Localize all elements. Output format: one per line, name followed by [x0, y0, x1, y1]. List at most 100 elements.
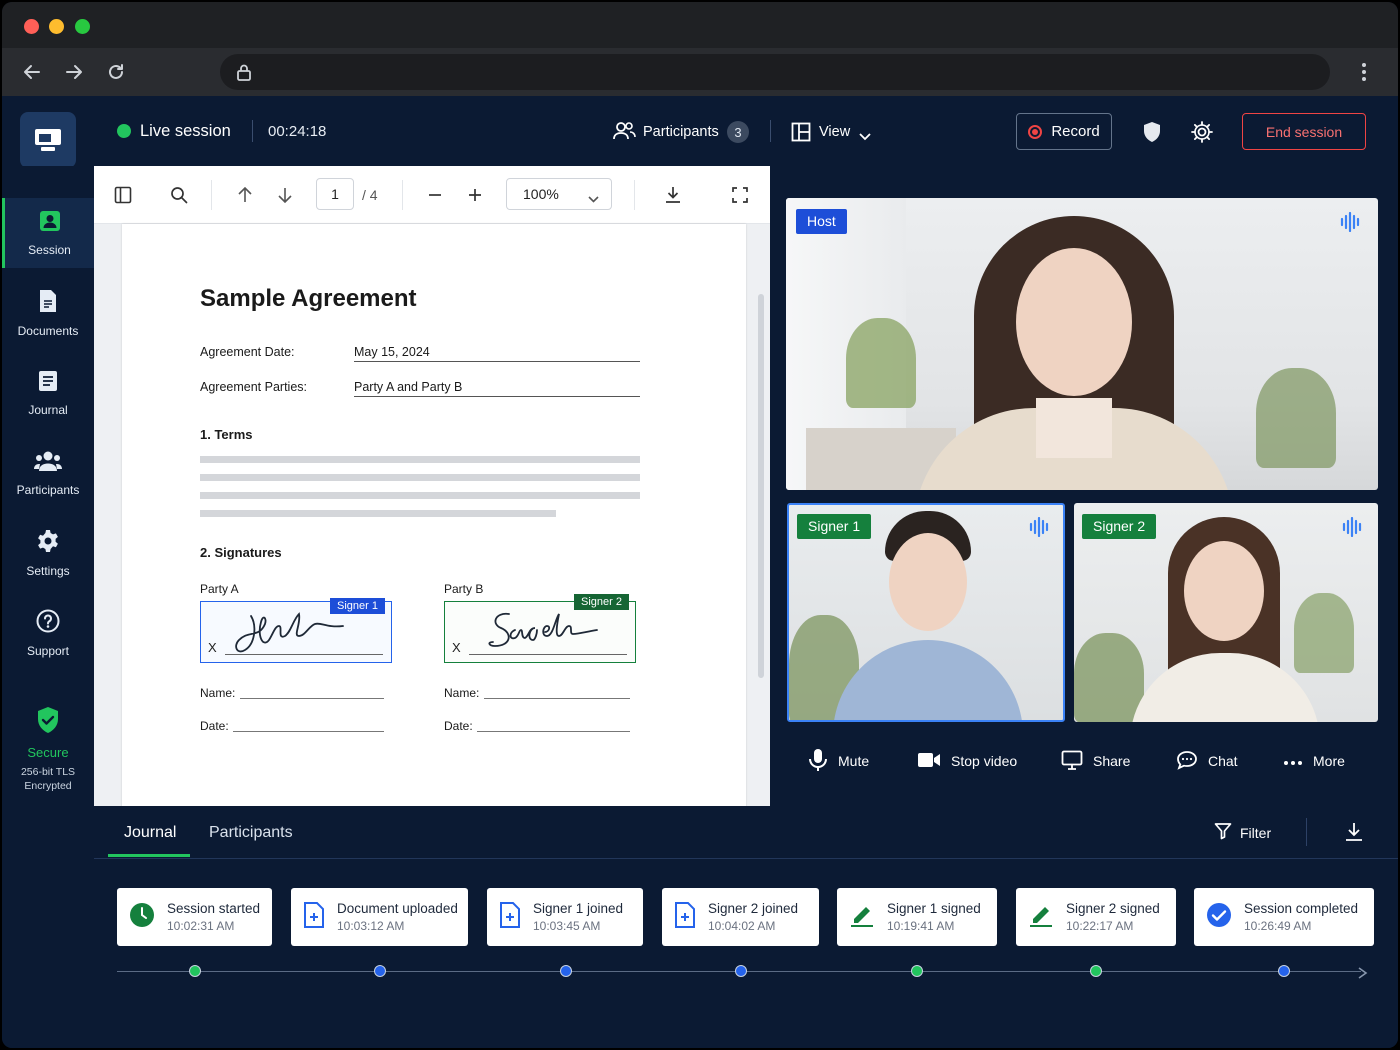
share-button[interactable]: Share	[1061, 746, 1130, 776]
timeline-event[interactable]: Document uploaded 10:03:12 AM	[291, 888, 468, 946]
video-tile-host[interactable]: Host	[786, 198, 1378, 490]
download-icon[interactable]	[660, 182, 686, 208]
header-divider	[1306, 818, 1307, 846]
event-title: Signer 2 signed	[1066, 901, 1160, 916]
minimize-window-icon[interactable]	[49, 19, 64, 34]
more-label: More	[1313, 753, 1345, 769]
back-arrow-icon[interactable]	[18, 58, 46, 86]
participants-icon[interactable]	[612, 120, 636, 147]
next-page-icon[interactable]	[272, 182, 298, 208]
document-title: Sample Agreement	[200, 285, 417, 312]
end-session-button[interactable]: End session	[1242, 113, 1366, 150]
sidebar-item-journal[interactable]: Journal	[2, 358, 94, 428]
more-button[interactable]: More	[1283, 746, 1345, 776]
app-header: Live session 00:24:18 Participants 3 Vie…	[2, 96, 1398, 168]
screen-share-icon	[1061, 750, 1083, 773]
zoom-in-icon[interactable]	[462, 182, 488, 208]
layout-view-icon[interactable]	[791, 122, 811, 147]
name-line-a[interactable]	[240, 698, 384, 699]
signature-2-image	[488, 612, 598, 647]
timeline-marker	[189, 965, 201, 977]
check-circle-icon	[1206, 902, 1232, 933]
browser-titlebar	[2, 2, 1398, 48]
document-scrollbar[interactable]	[758, 294, 764, 678]
session-icon	[39, 210, 61, 235]
close-window-icon[interactable]	[24, 19, 39, 34]
timeline-event[interactable]: Signer 1 signed 10:19:41 AM	[837, 888, 997, 946]
timeline-event[interactable]: Session started 10:02:31 AM	[117, 888, 272, 946]
document-page: Sample Agreement Agreement Date: May 15,…	[122, 224, 746, 806]
app-window: Live session 00:24:18 Participants 3 Vie…	[2, 2, 1398, 1048]
event-time: 10:03:45 AM	[533, 919, 601, 933]
record-button[interactable]: Record	[1016, 113, 1112, 150]
browser-menu-icon[interactable]	[1350, 58, 1378, 86]
sidebar-item-support[interactable]: Support	[2, 598, 94, 668]
audio-level-icon	[1029, 516, 1051, 542]
signer-2-face	[1184, 541, 1264, 641]
zoom-select[interactable]: 100%	[506, 178, 612, 210]
view-dropdown[interactable]: View	[819, 124, 850, 140]
sidebar-toggle-icon[interactable]	[110, 182, 136, 208]
maximize-window-icon[interactable]	[75, 19, 90, 34]
timeline-event[interactable]: Signer 1 joined 10:03:45 AM	[487, 888, 643, 946]
download-icon[interactable]	[1344, 822, 1364, 847]
tab-journal[interactable]: Journal	[124, 824, 176, 842]
placeholder-text-line	[200, 510, 556, 517]
event-time: 10:03:12 AM	[337, 919, 405, 933]
sidebar-item-settings[interactable]: Settings	[2, 518, 94, 588]
date-line-a[interactable]	[233, 731, 384, 732]
more-dots-icon	[1283, 753, 1303, 769]
app-logo[interactable]	[20, 112, 76, 168]
document-add-icon	[499, 901, 521, 933]
person-shirt	[833, 640, 1023, 720]
shield-icon[interactable]	[1142, 121, 1162, 148]
toolbar-divider	[402, 180, 403, 210]
document-add-icon	[303, 901, 325, 933]
previous-page-icon[interactable]	[232, 182, 258, 208]
sidebar-item-session[interactable]: Session	[2, 198, 94, 268]
mute-button[interactable]: Mute	[808, 746, 869, 776]
plant-image	[1074, 633, 1144, 722]
signature-field-party-b[interactable]: Signer 2 X	[444, 594, 636, 663]
sidebar-item-participants[interactable]: Participants	[2, 438, 94, 508]
search-icon[interactable]	[166, 182, 192, 208]
timeline-event[interactable]: Signer 2 signed 10:22:17 AM	[1016, 888, 1176, 946]
chat-button[interactable]: Chat	[1176, 746, 1238, 776]
stop-video-button[interactable]: Stop video	[917, 746, 1017, 776]
tab-participants[interactable]: Participants	[209, 824, 293, 842]
microphone-icon	[808, 748, 828, 775]
video-tile-signer-2[interactable]: Signer 2	[1074, 503, 1378, 722]
sidebar-item-documents[interactable]: Documents	[2, 278, 94, 348]
date-line-b[interactable]	[477, 731, 630, 732]
address-bar[interactable]	[220, 54, 1330, 90]
forward-arrow-icon[interactable]	[60, 58, 88, 86]
timeline-event[interactable]: Signer 2 joined 10:04:02 AM	[662, 888, 819, 946]
plant-image	[846, 318, 916, 408]
gear-icon[interactable]	[1190, 120, 1214, 149]
shield-check-icon	[36, 706, 60, 739]
document-icon	[38, 289, 58, 316]
name-label-b: Name:	[444, 686, 480, 700]
timeline-event[interactable]: Session completed 10:26:49 AM	[1194, 888, 1374, 946]
party-b-label: Party B	[444, 582, 484, 596]
chevron-down-icon[interactable]	[859, 128, 871, 146]
signature-field-party-a[interactable]: Signer 1 X	[200, 598, 392, 663]
zoom-value: 100%	[523, 186, 559, 202]
zoom-out-icon[interactable]	[422, 182, 448, 208]
plant-image	[1256, 368, 1336, 468]
x-mark: X	[452, 640, 461, 655]
timeline-marker	[374, 965, 386, 977]
participants-button[interactable]: Participants	[643, 124, 719, 140]
fullscreen-icon[interactable]	[727, 182, 753, 208]
header-divider	[252, 120, 253, 142]
filter-label: Filter	[1240, 824, 1272, 841]
filter-button[interactable]: Filter	[1214, 822, 1271, 843]
section-signatures-heading: 2. Signatures	[200, 545, 282, 560]
document-viewer: 1 / 4 100% Sample Agreement Agreement Da…	[94, 166, 770, 806]
page-number-input[interactable]: 1	[316, 178, 354, 210]
video-tile-signer-1[interactable]: Signer 1	[787, 503, 1065, 722]
document-area[interactable]: Sample Agreement Agreement Date: May 15,…	[94, 224, 770, 806]
reload-icon[interactable]	[102, 58, 130, 86]
name-line-b[interactable]	[484, 698, 630, 699]
document-add-icon	[674, 901, 696, 933]
